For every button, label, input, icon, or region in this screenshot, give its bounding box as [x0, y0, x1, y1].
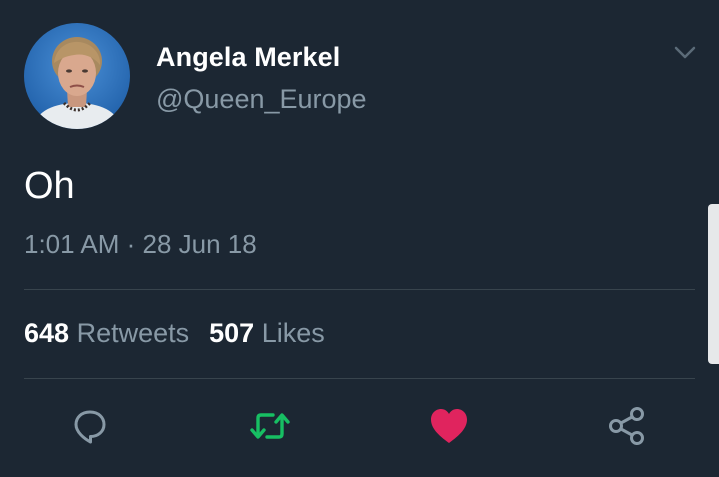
share-button[interactable] — [606, 404, 650, 448]
avatar-image — [24, 23, 130, 129]
avatar[interactable] — [24, 23, 130, 129]
like-button[interactable] — [427, 404, 471, 448]
retweets-count: 648 — [24, 318, 70, 348]
likes-count: 507 — [209, 318, 255, 348]
likes-label: Likes — [261, 318, 325, 348]
author-display-name[interactable]: Angela Merkel — [156, 42, 340, 73]
divider — [24, 378, 695, 379]
retweets-stat[interactable]: 648 Retweets — [24, 318, 189, 348]
likes-stat[interactable]: 507 Likes — [209, 318, 325, 348]
divider — [24, 289, 695, 290]
author-handle[interactable]: @Queen_Europe — [156, 84, 367, 115]
scrollbar-thumb[interactable] — [708, 204, 719, 364]
engagement-stats: 648 Retweets 507 Likes — [24, 318, 325, 349]
heart-icon — [431, 409, 467, 443]
retweets-label: Retweets — [76, 318, 190, 348]
tweet-text: Oh — [24, 165, 75, 207]
more-options-chevron-down-icon[interactable] — [672, 40, 698, 64]
tweet-detail: Angela Merkel @Queen_Europe Oh 1:01 AM ·… — [0, 0, 719, 477]
retweet-button[interactable] — [248, 404, 292, 448]
reply-button[interactable] — [68, 404, 112, 448]
retweet-icon — [250, 413, 290, 439]
reply-icon — [74, 410, 106, 444]
share-icon — [609, 407, 644, 445]
tweet-timestamp[interactable]: 1:01 AM · 28 Jun 18 — [24, 229, 257, 260]
